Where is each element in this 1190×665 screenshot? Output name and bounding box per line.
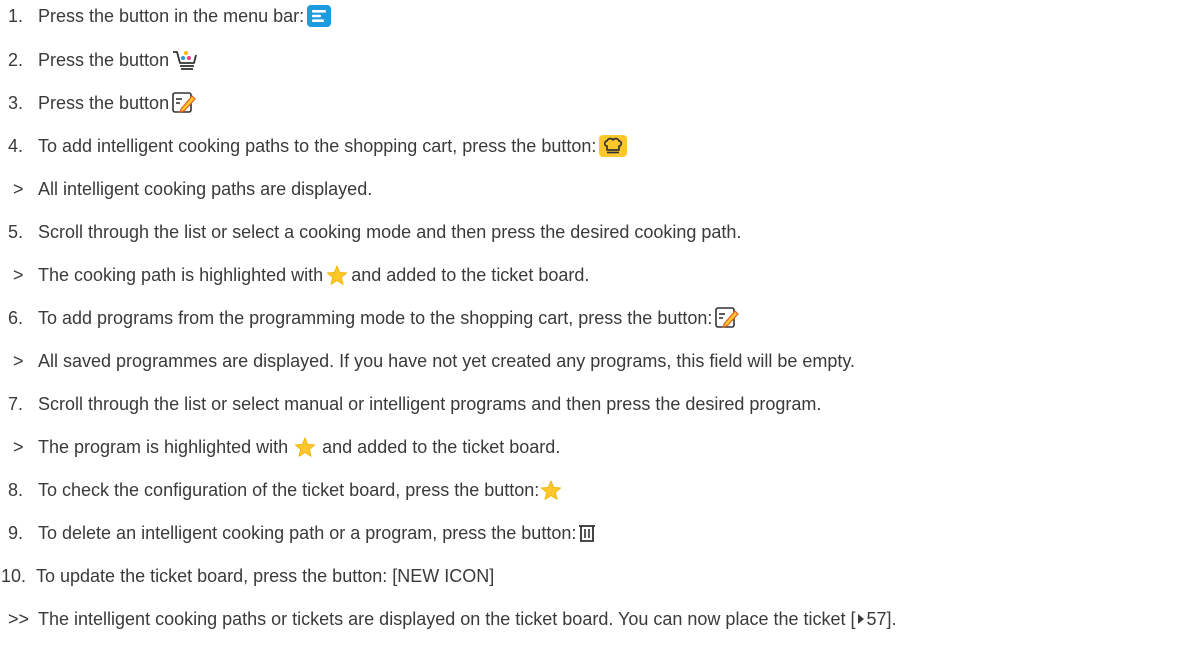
step-text: Scroll through the list or select a cook…	[38, 222, 742, 242]
final-result: >> The intelligent cooking paths or tick…	[0, 603, 1190, 635]
chef-hat-icon	[599, 135, 628, 157]
result-marker: >	[13, 351, 24, 371]
step-text: Scroll through the list or select manual…	[38, 394, 822, 414]
step-text: To delete an intelligent cooking path or…	[38, 523, 577, 543]
final-result-marker: >>	[8, 609, 30, 629]
step-text: To check the configuration of the ticket…	[38, 480, 540, 500]
play-arrow-icon	[857, 613, 865, 625]
result-text: All saved programmes are displayed. If y…	[38, 351, 856, 371]
result-text-tail: and added to the ticket board.	[351, 265, 590, 285]
step-text: Press the button	[38, 50, 170, 70]
star-icon	[540, 479, 562, 501]
step-2: 2. Press the button	[0, 44, 1190, 76]
result-marker: >	[13, 265, 24, 285]
step-text: Press the button in the menu bar:	[38, 6, 305, 26]
step-marker: 4.	[8, 136, 24, 156]
result-1: > All intelligent cooking paths are disp…	[0, 173, 1190, 205]
trash-icon	[578, 523, 596, 543]
menu-icon	[307, 5, 332, 27]
step-marker: 1.	[8, 6, 24, 26]
step-marker: 7.	[8, 394, 24, 414]
star-icon	[294, 436, 316, 458]
result-text-tail: and added to the ticket board.	[322, 437, 561, 457]
step-text: To update the ticket board, press the bu…	[36, 566, 495, 586]
shopping-cart-icon	[172, 49, 198, 71]
step-text: To add programs from the programming mod…	[38, 308, 713, 328]
step-marker: 9.	[8, 523, 24, 543]
result-4: > The program is highlighted with and ad…	[0, 431, 1190, 463]
step-marker: 6.	[8, 308, 24, 328]
result-marker: >	[13, 179, 24, 199]
step-3: 3. Press the button	[0, 87, 1190, 119]
step-8: 8. To check the configuration of the tic…	[0, 474, 1190, 506]
result-text: The cooking path is highlighted with	[38, 265, 324, 285]
result-text: All intelligent cooking paths are displa…	[38, 179, 373, 199]
final-result-text: The intelligent cooking paths or tickets…	[38, 609, 856, 629]
step-7: 7. Scroll through the list or select man…	[0, 388, 1190, 420]
step-10: 10. To update the ticket board, press th…	[0, 560, 1190, 592]
star-icon	[326, 264, 348, 286]
step-text: Press the button	[38, 93, 170, 113]
step-marker: 8.	[8, 480, 24, 500]
step-1: 1. Press the button in the menu bar:	[0, 0, 1190, 32]
result-text: The program is highlighted with	[38, 437, 289, 457]
result-3: > All saved programmes are displayed. If…	[0, 345, 1190, 377]
step-9: 9. To delete an intelligent cooking path…	[0, 517, 1190, 549]
edit-program-icon	[172, 92, 196, 114]
step-text: To add intelligent cooking paths to the …	[38, 136, 597, 156]
step-6: 6. To add programs from the programming …	[0, 302, 1190, 334]
step-4: 4. To add intelligent cooking paths to t…	[0, 130, 1190, 162]
instruction-list: 1. Press the button in the menu bar: 2. …	[0, 0, 1190, 665]
step-marker: 10.	[1, 566, 27, 586]
step-5: 5. Scroll through the list or select a c…	[0, 216, 1190, 248]
result-marker: >	[13, 437, 24, 457]
step-marker: 3.	[8, 93, 24, 113]
result-2: > The cooking path is highlighted with a…	[0, 259, 1190, 291]
edit-program-icon	[715, 307, 740, 329]
step-marker: 2.	[8, 50, 24, 70]
step-marker: 5.	[8, 222, 24, 242]
page-reference-link[interactable]: 57].	[867, 603, 897, 635]
